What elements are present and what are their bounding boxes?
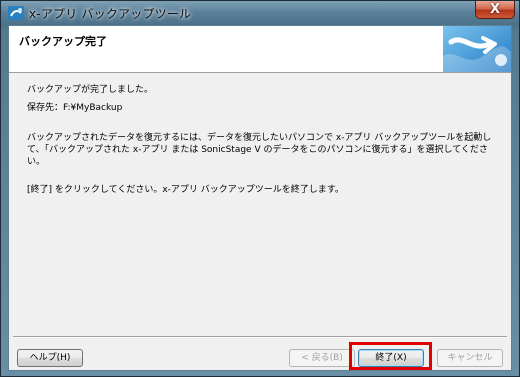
- completion-message: バックアップが完了しました。: [27, 85, 154, 95]
- restore-instructions-line2: て、「バックアップされた x-アプリ または SonicStage V のデータ…: [27, 145, 488, 155]
- help-button[interactable]: ヘルプ(H): [17, 349, 83, 367]
- save-location: 保存先：F:¥MyBackup: [27, 103, 123, 113]
- back-button[interactable]: < 戻る(B): [289, 349, 355, 367]
- window-title: x-アプリ バックアップツール: [29, 7, 192, 21]
- dialog-window: x-アプリ バックアップツール X バックアップ完了 バックアップが完了しました…: [0, 0, 520, 377]
- page-title: バックアップ完了: [19, 35, 107, 48]
- app-icon: [8, 6, 24, 20]
- finish-highlight-box: [349, 342, 432, 370]
- close-icon: X: [489, 2, 501, 17]
- restore-instructions-line3: い。: [27, 157, 46, 167]
- finish-instructions: [終了] をクリックしてください。x-アプリ バックアップツールを終了します。: [27, 185, 344, 195]
- header-graphic-icon: [443, 26, 511, 72]
- restore-instructions-line1: バックアップされたデータを復元するには、データを復元したいパソコンで x-アプリ…: [27, 133, 492, 143]
- title-bar[interactable]: x-アプリ バックアップツール X: [1, 1, 519, 26]
- cancel-button[interactable]: キャンセル: [437, 349, 503, 367]
- button-separator: [13, 336, 507, 338]
- dialog-client: バックアップ完了 バックアップが完了しました。 保存先：F:¥MyBackup …: [8, 25, 512, 371]
- close-button[interactable]: X: [475, 1, 515, 19]
- wizard-header: バックアップ完了: [9, 26, 511, 73]
